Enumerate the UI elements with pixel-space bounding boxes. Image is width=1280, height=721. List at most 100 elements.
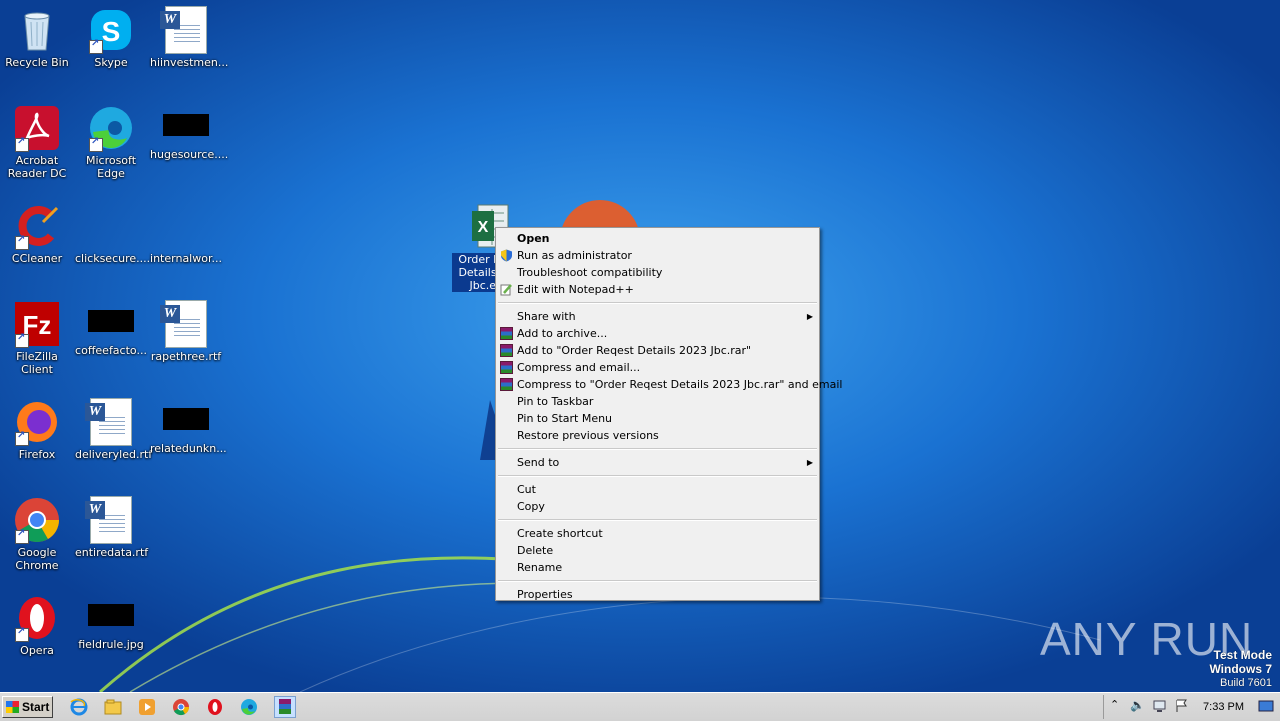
- windows-logo-icon: [6, 701, 19, 713]
- blank-file-icon: [87, 202, 135, 250]
- show-hidden-icons-chevron-icon[interactable]: ⌃: [1110, 698, 1128, 716]
- watermark-line-2: Windows 7: [1209, 662, 1272, 676]
- desktop-icon-relatedunkn[interactable]: relatedunkn...: [149, 394, 227, 455]
- icon-label: coffeefacto...: [75, 344, 147, 357]
- taskbar: Start ⌃ 🔈 7:33 PM: [0, 692, 1280, 721]
- explorer-icon[interactable]: [104, 698, 122, 716]
- icon-label: relatedunkn...: [150, 442, 227, 455]
- menu-item-pin-taskbar[interactable]: Pin to Taskbar: [496, 393, 819, 410]
- menu-item-restore-versions[interactable]: Restore previous versions: [496, 427, 819, 444]
- desktop-icon-hiinvestmen[interactable]: W hiinvestmen...: [149, 2, 229, 69]
- desktop-icon-chrome[interactable]: Google Chrome: [0, 492, 74, 572]
- desktop-icon-ccleaner[interactable]: CCleaner: [0, 198, 74, 265]
- icon-label: rapethree.rtf: [150, 350, 222, 363]
- winrar-icon: [500, 327, 513, 340]
- uac-shield-icon: [500, 249, 513, 262]
- notepadpp-icon: [500, 283, 513, 296]
- menu-item-label: Send to: [517, 456, 560, 469]
- menu-item-compress-email[interactable]: Compress and email...: [496, 359, 819, 376]
- menu-item-label: Rename: [517, 561, 563, 574]
- shortcut-arrow-icon: [15, 626, 29, 642]
- menu-item-copy[interactable]: Copy: [496, 498, 819, 515]
- network-icon[interactable]: [1152, 698, 1170, 716]
- shortcut-arrow-icon: [15, 528, 29, 544]
- menu-item-add-to-rar[interactable]: Add to "Order Reqest Details 2023 Jbc.ra…: [496, 342, 819, 359]
- icon-label: hugesource....: [150, 148, 229, 161]
- winrar-icon[interactable]: [274, 696, 296, 718]
- shortcut-arrow-icon: [15, 136, 29, 152]
- desktop-icon-acrobat[interactable]: Acrobat Reader DC: [0, 100, 74, 180]
- volume-icon[interactable]: 🔈: [1130, 698, 1148, 716]
- desktop-icon-filezilla[interactable]: Fz FileZilla Client: [0, 296, 74, 376]
- opera-icon: [13, 594, 61, 642]
- menu-item-label: Copy: [517, 500, 545, 513]
- media-player-icon[interactable]: [138, 698, 156, 716]
- icon-label: CCleaner: [11, 252, 63, 265]
- menu-item-label: Properties: [517, 588, 573, 601]
- menu-item-label: Create shortcut: [517, 527, 603, 540]
- icon-label: Firefox: [18, 448, 56, 461]
- menu-item-share-with[interactable]: Share with ▶: [496, 308, 819, 325]
- chrome-icon[interactable]: [172, 698, 190, 716]
- winrar-icon: [500, 378, 513, 391]
- action-center-flag-icon[interactable]: [1174, 698, 1192, 716]
- desktop-icon-opera[interactable]: Opera: [0, 590, 74, 657]
- menu-item-create-shortcut[interactable]: Create shortcut: [496, 525, 819, 542]
- menu-item-rename[interactable]: Rename: [496, 559, 819, 576]
- desktop-icon-coffeefacto[interactable]: coffeefacto...: [74, 296, 148, 357]
- winrar-icon: [500, 344, 513, 357]
- icon-label: Microsoft Edge: [85, 154, 137, 180]
- desktop-icon-firefox[interactable]: Firefox: [0, 394, 74, 461]
- start-button[interactable]: Start: [2, 696, 53, 718]
- menu-item-label: Troubleshoot compatibility: [517, 266, 663, 279]
- menu-item-delete[interactable]: Delete: [496, 542, 819, 559]
- desktop-icon-internalwor[interactable]: internalwor...: [149, 198, 223, 265]
- menu-item-label: Edit with Notepad++: [517, 283, 634, 296]
- internet-explorer-icon[interactable]: [70, 698, 88, 716]
- skype-icon: S: [87, 6, 135, 54]
- redacted-thumbnail-icon: [88, 310, 134, 332]
- menu-separator: [498, 475, 817, 477]
- desktop-icon-rapethree[interactable]: W rapethree.rtf: [149, 296, 223, 363]
- menu-item-pin-start[interactable]: Pin to Start Menu: [496, 410, 819, 427]
- menu-item-send-to[interactable]: Send to ▶: [496, 454, 819, 471]
- shortcut-arrow-icon: [15, 234, 29, 250]
- desktop-icon-edge[interactable]: Microsoft Edge: [74, 100, 148, 180]
- shortcut-arrow-icon: [15, 332, 29, 348]
- opera-icon[interactable]: [206, 698, 224, 716]
- clock[interactable]: 7:33 PM: [1203, 701, 1244, 713]
- edge-icon[interactable]: [240, 698, 258, 716]
- desktop-icon-recycle-bin[interactable]: Recycle Bin: [0, 2, 74, 69]
- desktop-icon-clicksecure[interactable]: clicksecure....: [74, 198, 150, 265]
- menu-item-cut[interactable]: Cut: [496, 481, 819, 498]
- desktop-icon-skype[interactable]: S Skype: [74, 2, 148, 69]
- desktop-icon-fieldrule[interactable]: fieldrule.jpg: [74, 590, 148, 651]
- word-document-icon: W: [160, 300, 207, 348]
- menu-item-label: Compress and email...: [517, 361, 641, 374]
- show-desktop-icon[interactable]: [1258, 698, 1276, 716]
- menu-item-run-as-admin[interactable]: Run as administrator: [496, 247, 819, 264]
- redacted-thumbnail-icon: [163, 114, 209, 136]
- menu-item-label: Run as administrator: [517, 249, 632, 262]
- menu-item-troubleshoot[interactable]: Troubleshoot compatibility: [496, 264, 819, 281]
- menu-item-open[interactable]: Open: [496, 230, 819, 247]
- ccleaner-icon: [13, 202, 61, 250]
- submenu-arrow-icon: ▶: [806, 458, 813, 467]
- desktop-icon-deliveryled[interactable]: W deliveryled.rtf: [74, 394, 152, 461]
- menu-item-properties[interactable]: Properties: [496, 586, 819, 603]
- shortcut-arrow-icon: [89, 136, 103, 152]
- menu-item-label: Compress to "Order Reqest Details 2023 J…: [517, 378, 843, 391]
- menu-item-add-to-archive[interactable]: Add to archive...: [496, 325, 819, 342]
- word-document-icon: W: [85, 496, 132, 544]
- icon-label: Google Chrome: [15, 546, 59, 572]
- icon-label: hiinvestmen...: [150, 56, 229, 69]
- desktop-icon-entiredata[interactable]: W entiredata.rtf: [74, 492, 148, 559]
- menu-item-label: Open: [517, 232, 550, 245]
- desktop-icon-hugesource[interactable]: hugesource....: [149, 100, 229, 161]
- menu-item-label: Pin to Taskbar: [517, 395, 594, 408]
- icon-label: Acrobat Reader DC: [7, 154, 67, 180]
- context-menu: Open Run as administrator Troubleshoot c…: [495, 227, 842, 603]
- menu-item-edit-notepadpp[interactable]: Edit with Notepad++: [496, 281, 819, 298]
- menu-separator: [498, 580, 817, 582]
- menu-item-compress-to-rar-email[interactable]: Compress to "Order Reqest Details 2023 J…: [496, 376, 842, 393]
